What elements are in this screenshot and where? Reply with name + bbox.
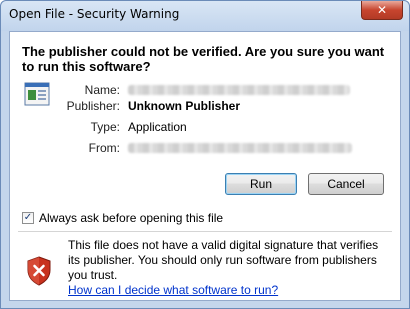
close-icon: ✕ bbox=[376, 3, 388, 17]
name-label: Name: bbox=[84, 83, 120, 97]
close-button[interactable]: ✕ bbox=[361, 1, 403, 20]
shield-warning-icon bbox=[27, 256, 51, 286]
window-title: Open File - Security Warning bbox=[9, 7, 180, 21]
name-value-obscured bbox=[128, 85, 350, 95]
always-ask-checkbox[interactable]: ✓ bbox=[22, 212, 34, 224]
divider bbox=[18, 231, 392, 232]
dialog-body: The publisher could not be verified. Are… bbox=[9, 31, 401, 301]
cancel-button[interactable]: Cancel bbox=[308, 173, 384, 195]
type-value: Application bbox=[128, 120, 187, 134]
help-link[interactable]: How can I decide what software to run? bbox=[68, 283, 278, 297]
publisher-label: Publisher: bbox=[66, 99, 120, 113]
always-ask-label[interactable]: Always ask before opening this file bbox=[39, 211, 223, 225]
warning-text: This file does not have a valid digital … bbox=[68, 238, 379, 282]
security-warning-window: Open File - Security Warning ✕ The publi… bbox=[0, 0, 410, 309]
run-button[interactable]: Run bbox=[225, 173, 297, 195]
publisher-value: Unknown Publisher bbox=[128, 99, 241, 113]
type-label: Type: bbox=[90, 120, 120, 134]
dialog-heading: The publisher could not be verified. Are… bbox=[22, 44, 385, 74]
warning-message: This file does not have a valid digital … bbox=[68, 238, 392, 298]
from-label: From: bbox=[88, 141, 120, 155]
from-value-obscured bbox=[128, 143, 352, 153]
titlebar[interactable]: Open File - Security Warning ✕ bbox=[1, 1, 409, 31]
